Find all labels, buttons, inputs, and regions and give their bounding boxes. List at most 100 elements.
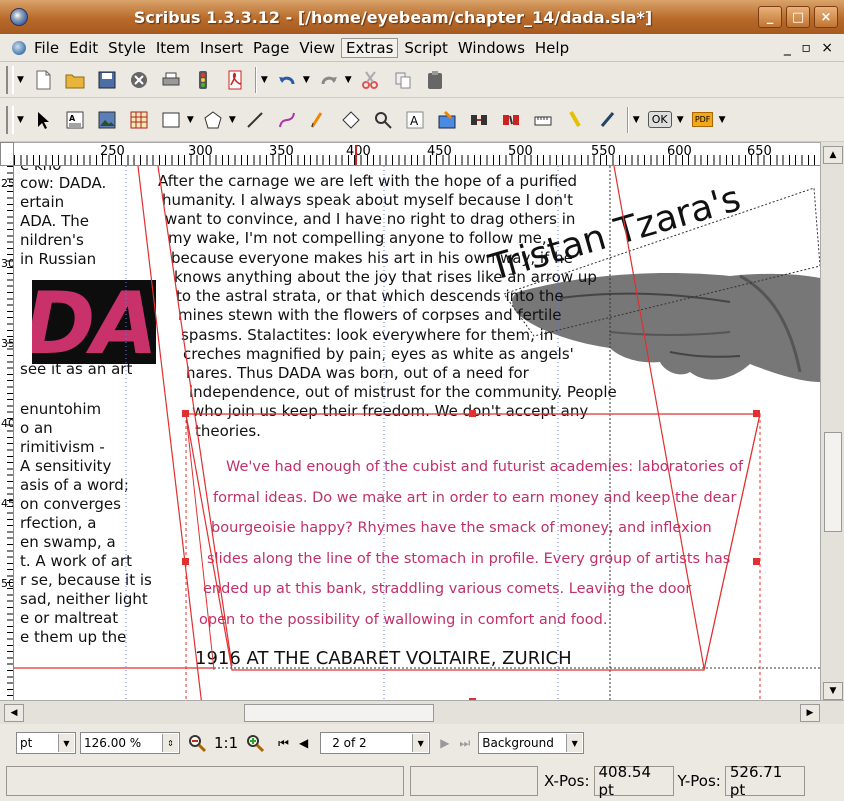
toolbar-menu-icon[interactable]: ▼ xyxy=(17,75,24,85)
last-page-icon[interactable]: ⏭ xyxy=(459,736,470,751)
chevron-down-icon[interactable]: ▼ xyxy=(58,734,74,752)
edit-text-icon[interactable] xyxy=(433,106,461,134)
menu-insert[interactable]: Insert xyxy=(196,39,247,57)
menu-file[interactable]: File xyxy=(30,39,63,57)
paste-icon[interactable] xyxy=(421,66,449,94)
scroll-left-button[interactable]: ◀ xyxy=(4,704,24,722)
horizontal-scroll-thumb[interactable] xyxy=(244,704,434,722)
layer-select[interactable]: Background ▼ xyxy=(478,732,585,754)
ruler-label: 300 xyxy=(188,144,213,159)
vertical-ruler[interactable]: 250 300 350 400 450 500 xyxy=(0,166,14,706)
unlink-frames-icon[interactable] xyxy=(497,106,525,134)
zoom-stepper-icon[interactable]: ⇕ xyxy=(162,734,178,752)
close-doc-icon[interactable] xyxy=(125,66,153,94)
link-frames-icon[interactable] xyxy=(465,106,493,134)
edit-content-icon[interactable]: A xyxy=(401,106,429,134)
toolbar-menu-icon[interactable]: ▼ xyxy=(17,115,24,125)
menu-extras[interactable]: Extras xyxy=(340,37,399,58)
redo-menu-icon[interactable]: ▼ xyxy=(345,75,352,85)
pdf-export-icon[interactable] xyxy=(221,66,249,94)
line-icon[interactable] xyxy=(241,106,269,134)
ok-button[interactable]: OK xyxy=(645,106,675,134)
menu-view[interactable]: View xyxy=(295,39,339,57)
print-icon[interactable] xyxy=(157,66,185,94)
xpos-label: X-Pos: xyxy=(544,771,590,790)
horizontal-scrollbar[interactable]: ◀ ▶ xyxy=(0,700,844,724)
menu-script[interactable]: Script xyxy=(400,39,452,57)
cut-icon[interactable] xyxy=(357,66,385,94)
app-icon[interactable] xyxy=(10,8,28,26)
previous-page-icon[interactable]: ◀ xyxy=(299,736,308,750)
rectangle-icon[interactable] xyxy=(157,106,185,134)
layer-value: Background xyxy=(482,736,554,750)
ruler-corner[interactable] xyxy=(0,142,14,166)
copy-properties-icon[interactable] xyxy=(561,106,589,134)
zoom-in-icon[interactable] xyxy=(244,729,266,757)
menu-bar: File Edit Style Item Insert Page View Ex… xyxy=(0,34,844,62)
document-icon[interactable] xyxy=(12,40,26,55)
polygon-icon[interactable] xyxy=(199,106,227,134)
first-page-icon[interactable]: ⏮ xyxy=(278,736,289,751)
text-frame-icon[interactable]: A xyxy=(61,106,89,134)
image-frame-icon[interactable] xyxy=(93,106,121,134)
chevron-down-icon[interactable]: ▼ xyxy=(412,734,429,752)
menu-help[interactable]: Help xyxy=(531,39,573,57)
new-doc-icon[interactable] xyxy=(29,66,57,94)
measure-icon[interactable] xyxy=(529,106,557,134)
horizontal-ruler[interactable]: 250 300 350 400 450 500 550 600 650 xyxy=(14,142,820,166)
undo-icon[interactable] xyxy=(273,66,301,94)
maximize-button[interactable]: □ xyxy=(786,6,810,28)
table-icon[interactable] xyxy=(125,106,153,134)
toolbar-menu-icon[interactable]: ▼ xyxy=(261,75,268,85)
vruler-label: 450 xyxy=(1,497,13,510)
mdi-controls[interactable]: _ ▫ × xyxy=(784,40,836,56)
ruler-label: 250 xyxy=(100,144,125,159)
scroll-right-button[interactable]: ▶ xyxy=(800,704,820,722)
menu-windows[interactable]: Windows xyxy=(454,39,529,57)
status-message xyxy=(6,765,404,796)
toolbar-grip[interactable] xyxy=(6,65,14,94)
next-page-icon[interactable]: ▶ xyxy=(440,736,449,750)
vertical-scrollbar[interactable]: ▲ ▼ xyxy=(820,142,844,706)
copy-icon[interactable] xyxy=(389,66,417,94)
vruler-label: 300 xyxy=(1,257,13,270)
minimize-button[interactable]: _ xyxy=(758,6,782,28)
pdf-menu-icon[interactable]: ▼ xyxy=(719,115,726,125)
chevron-down-icon[interactable]: ▼ xyxy=(566,734,583,752)
ok-label: OK xyxy=(647,111,672,128)
bezier-icon[interactable] xyxy=(273,106,301,134)
page-select[interactable]: 2 of 2 ▼ xyxy=(320,732,431,754)
zoom-one-to-one-button[interactable]: 1:1 xyxy=(214,734,238,752)
rotate-icon[interactable] xyxy=(337,106,365,134)
pdf-tool-button[interactable]: PDF xyxy=(689,106,717,134)
vruler-label: 400 xyxy=(1,417,13,430)
zoom-field[interactable]: 126.00 % ⇕ xyxy=(80,732,180,754)
menu-page[interactable]: Page xyxy=(249,39,293,57)
unit-select[interactable]: pt ▼ xyxy=(16,732,76,754)
toolbar-grip[interactable] xyxy=(6,105,14,134)
eyedropper-icon[interactable] xyxy=(593,106,621,134)
select-arrow-icon[interactable] xyxy=(29,106,57,134)
open-folder-icon[interactable] xyxy=(61,66,89,94)
ruler-label: 350 xyxy=(269,144,294,159)
toolbar-menu-icon[interactable]: ▼ xyxy=(633,115,640,125)
undo-menu-icon[interactable]: ▼ xyxy=(303,75,310,85)
freehand-icon[interactable] xyxy=(305,106,333,134)
ok-menu-icon[interactable]: ▼ xyxy=(677,115,684,125)
scroll-down-button[interactable]: ▼ xyxy=(823,682,843,700)
vertical-scroll-thumb[interactable] xyxy=(824,432,842,532)
zoom-value: 126.00 % xyxy=(84,736,142,750)
preflight-icon[interactable] xyxy=(189,66,217,94)
scroll-up-button[interactable]: ▲ xyxy=(823,146,843,164)
document-canvas[interactable]: e kno cow: DADA. ertain ADA. The nildren… xyxy=(14,166,820,706)
menu-edit[interactable]: Edit xyxy=(65,39,102,57)
polygon-menu-icon[interactable]: ▼ xyxy=(229,115,236,125)
save-icon[interactable] xyxy=(93,66,121,94)
menu-item[interactable]: Item xyxy=(152,39,194,57)
zoom-icon[interactable] xyxy=(369,106,397,134)
zoom-out-icon[interactable] xyxy=(186,729,208,757)
shape-menu-icon[interactable]: ▼ xyxy=(187,115,194,125)
redo-icon[interactable] xyxy=(315,66,343,94)
menu-style[interactable]: Style xyxy=(104,39,150,57)
close-button[interactable]: × xyxy=(814,6,838,28)
